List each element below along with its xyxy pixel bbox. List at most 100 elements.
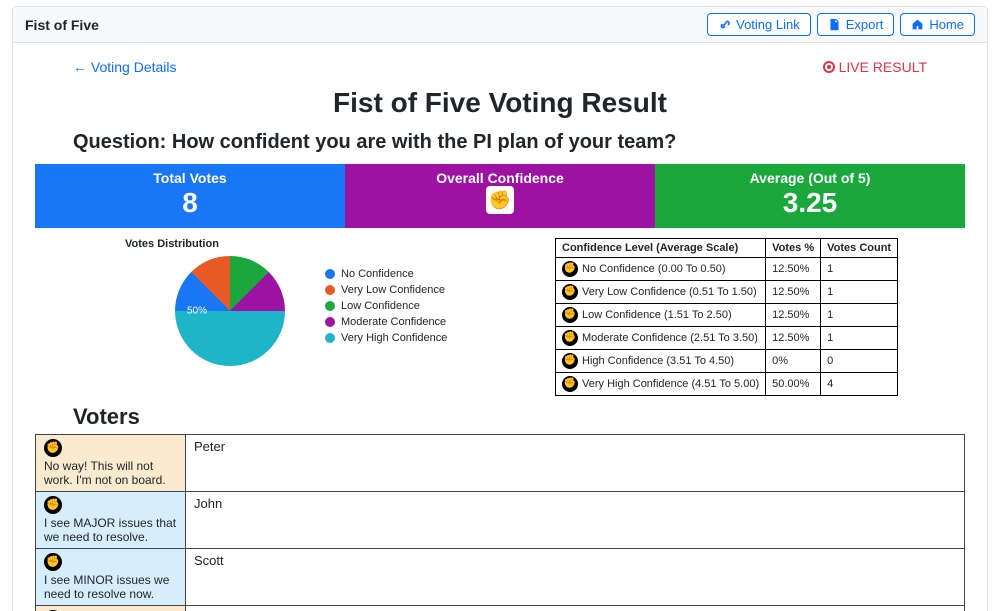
td-pct: 0% bbox=[766, 349, 821, 372]
record-icon bbox=[823, 61, 835, 73]
header-buttons: Voting Link Export Home bbox=[707, 13, 975, 36]
stat-average-value: 3.25 bbox=[655, 186, 965, 220]
legend-label: No Confidence bbox=[341, 268, 414, 280]
legend-swatch bbox=[325, 285, 335, 295]
td-count: 0 bbox=[821, 349, 898, 372]
voters-table: ✊ No way! This will not work. I'm not on … bbox=[35, 434, 965, 611]
level-text: Moderate Confidence (2.51 To 3.50) bbox=[582, 332, 758, 344]
voter-name: Anonymous bbox=[186, 605, 965, 611]
table-row: ✊Low Confidence (1.51 To 2.50)12.50%1 bbox=[556, 303, 898, 326]
voter-vote-cell: ✊ No way! This will not work. I'm not on … bbox=[36, 434, 186, 491]
voter-desc: I see MAJOR issues that we need to resol… bbox=[44, 516, 177, 544]
td-pct: 12.50% bbox=[766, 280, 821, 303]
stat-average: Average (Out of 5) 3.25 bbox=[655, 164, 965, 228]
page-title: Fist of Five Voting Result bbox=[33, 87, 967, 119]
level-text: Very Low Confidence (0.51 To 1.50) bbox=[582, 286, 757, 298]
td-count: 1 bbox=[821, 257, 898, 280]
legend-item: Moderate Confidence bbox=[325, 316, 447, 328]
voter-vote-cell: ✊ I see MAJOR issues that we need to reso… bbox=[36, 491, 186, 548]
td-pct: 12.50% bbox=[766, 257, 821, 280]
fist-icon: ✊ bbox=[562, 307, 578, 323]
td-level: ✊ Moderate Confidence (2.51 To 3.50) bbox=[556, 326, 766, 349]
export-label: Export bbox=[846, 17, 884, 32]
td-level: ✊ No Confidence (0.00 To 0.50) bbox=[556, 257, 766, 280]
link-icon bbox=[718, 18, 731, 31]
legend-swatch bbox=[325, 333, 335, 343]
fist-icon: ✊ bbox=[44, 439, 62, 457]
voter-name: Peter bbox=[186, 434, 965, 491]
fist-icon: ✊ bbox=[562, 353, 578, 369]
voter-name: John bbox=[186, 491, 965, 548]
fist-icon: ✊ bbox=[562, 284, 578, 300]
fist-icon: ✊ bbox=[562, 330, 578, 346]
confidence-table: Confidence Level (Average Scale) Votes %… bbox=[555, 238, 898, 396]
td-count: 1 bbox=[821, 326, 898, 349]
fist-icon: ✊ bbox=[562, 261, 578, 277]
stat-overall-confidence: Overall Confidence ✊ bbox=[345, 164, 655, 228]
legend-label: Low Confidence bbox=[341, 300, 420, 312]
legend-label: Very High Confidence bbox=[341, 332, 447, 344]
td-count: 1 bbox=[821, 303, 898, 326]
voting-details-link[interactable]: ← Voting Details bbox=[73, 59, 177, 75]
table-row: ✊ High Confidence (3.51 To 4.50) 0%0 bbox=[556, 349, 898, 372]
voter-row: ✊ I see MINOR issues we need to resolve n… bbox=[36, 548, 965, 605]
td-pct: 50.00% bbox=[766, 372, 821, 395]
td-pct: 12.50% bbox=[766, 303, 821, 326]
table-row: ✊ Moderate Confidence (2.51 To 3.50) 12.50… bbox=[556, 326, 898, 349]
live-result-indicator: LIVE RESULT bbox=[823, 59, 927, 75]
voter-row: ✊ No way! This will not work. I'm not on … bbox=[36, 434, 965, 491]
legend-label: Moderate Confidence bbox=[341, 316, 446, 328]
fist-icon: ✊ bbox=[44, 553, 62, 571]
fist-icon: ✊ bbox=[44, 496, 62, 514]
question-prefix: Question: bbox=[73, 131, 172, 153]
stat-total-votes-value: 8 bbox=[35, 186, 345, 220]
legend-swatch bbox=[325, 317, 335, 327]
voters-heading: Voters bbox=[73, 404, 927, 430]
voter-vote-cell: ✊I see minor issues we can bbox=[36, 605, 186, 611]
voter-name: Scott bbox=[186, 548, 965, 605]
voting-link-button[interactable]: Voting Link bbox=[707, 13, 811, 36]
stat-overall-confidence-label: Overall Confidence bbox=[345, 170, 655, 186]
level-text: No Confidence (0.00 To 0.50) bbox=[582, 263, 726, 275]
td-level: ✊ High Confidence (3.51 To 4.50) bbox=[556, 349, 766, 372]
pie-max-pct-label: 50% bbox=[187, 305, 207, 316]
td-level: ✊ Very Low Confidence (0.51 To 1.50) bbox=[556, 280, 766, 303]
legend-item: Very Low Confidence bbox=[325, 284, 447, 296]
stat-total-votes: Total Votes 8 bbox=[35, 164, 345, 228]
legend-item: No Confidence bbox=[325, 268, 447, 280]
fist-icon: ✊ bbox=[486, 186, 514, 214]
fist-icon: ✊ bbox=[562, 376, 578, 392]
voter-row: ✊I see minor issues we canAnonymous bbox=[36, 605, 965, 611]
file-icon bbox=[828, 18, 841, 31]
voter-row: ✊ I see MAJOR issues that we need to reso… bbox=[36, 491, 965, 548]
chart-title: Votes Distribution bbox=[125, 238, 535, 250]
td-pct: 12.50% bbox=[766, 326, 821, 349]
pie-chart: 50% bbox=[175, 256, 285, 366]
home-button[interactable]: Home bbox=[900, 13, 975, 36]
stat-average-label: Average (Out of 5) bbox=[655, 170, 965, 186]
voter-desc: I see MINOR issues we need to resolve no… bbox=[44, 573, 177, 601]
live-result-label: LIVE RESULT bbox=[839, 59, 927, 75]
export-button[interactable]: Export bbox=[817, 13, 895, 36]
legend-item: Low Confidence bbox=[325, 300, 447, 312]
td-count: 4 bbox=[821, 372, 898, 395]
voting-link-label: Voting Link bbox=[736, 17, 800, 32]
voter-desc: No way! This will not work. I'm not on b… bbox=[44, 459, 177, 487]
app-title: Fist of Five bbox=[25, 17, 99, 33]
th-pct: Votes % bbox=[766, 238, 821, 257]
level-text: Very High Confidence (4.51 To 5.00) bbox=[582, 378, 759, 390]
legend-swatch bbox=[325, 269, 335, 279]
th-level: Confidence Level (Average Scale) bbox=[556, 238, 766, 257]
page-header: Fist of Five Voting Link Export Home bbox=[13, 7, 987, 43]
stat-total-votes-label: Total Votes bbox=[35, 170, 345, 186]
voter-vote-cell: ✊ I see MINOR issues we need to resolve n… bbox=[36, 548, 186, 605]
td-level: ✊ Very High Confidence (4.51 To 5.00) bbox=[556, 372, 766, 395]
td-level: ✊Low Confidence (1.51 To 2.50) bbox=[556, 303, 766, 326]
legend-item: Very High Confidence bbox=[325, 332, 447, 344]
legend-label: Very Low Confidence bbox=[341, 284, 445, 296]
th-count: Votes Count bbox=[821, 238, 898, 257]
level-text: High Confidence (3.51 To 4.50) bbox=[582, 355, 734, 367]
chart-legend: No Confidence Very Low Confidence Low Conf… bbox=[325, 268, 447, 348]
home-label: Home bbox=[929, 17, 964, 32]
td-count: 1 bbox=[821, 280, 898, 303]
